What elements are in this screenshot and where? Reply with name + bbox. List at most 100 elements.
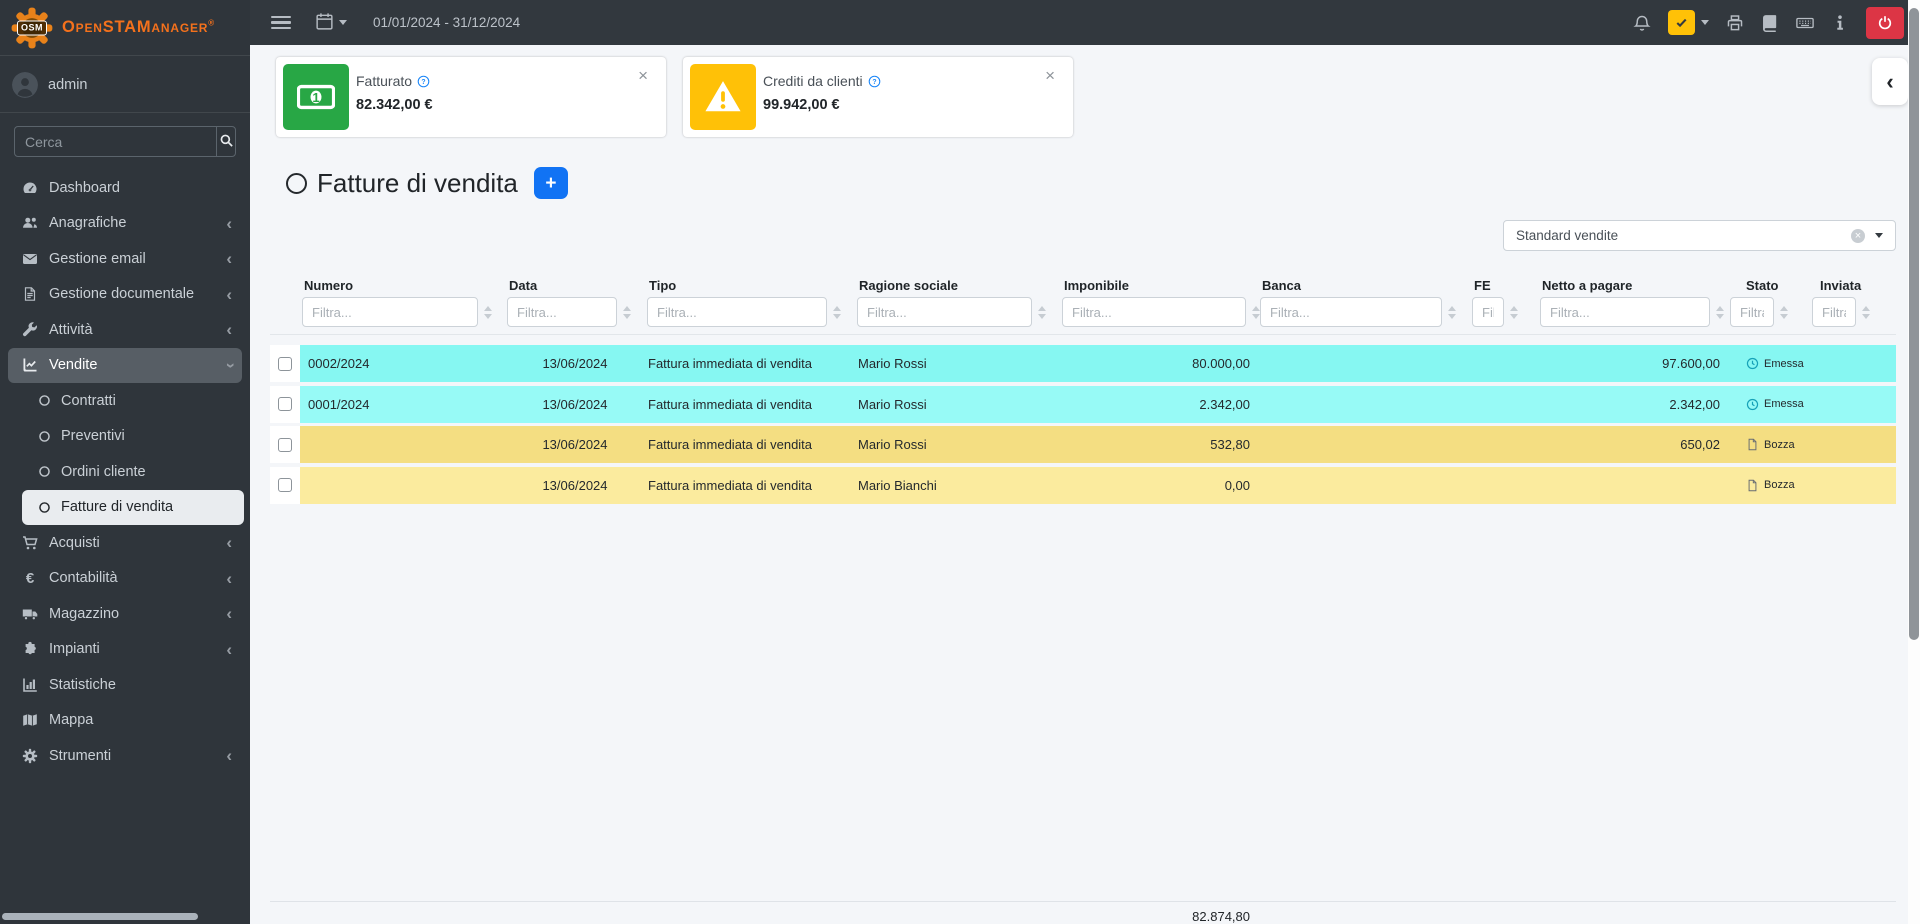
documentation-button[interactable]	[1761, 14, 1779, 32]
filter-input-banca[interactable]	[1260, 297, 1442, 327]
cell-numero	[300, 467, 505, 504]
table-row[interactable]: 0001/202413/06/2024Fattura immediata di …	[270, 386, 1896, 423]
sidebar-toggle-button[interactable]	[271, 16, 291, 30]
circle-icon	[38, 394, 51, 407]
search-icon	[219, 133, 234, 151]
cell-netto	[1538, 467, 1728, 504]
column-header-data: Data	[505, 278, 645, 334]
sidebar-item-vendite[interactable]: Vendite‹	[8, 348, 242, 384]
search-input[interactable]	[15, 127, 216, 156]
table-row[interactable]: 13/06/2024Fattura immediata di venditaMa…	[270, 426, 1896, 463]
printer-icon	[1726, 14, 1744, 32]
sort-control-netto[interactable]	[1716, 306, 1724, 319]
total-divider	[270, 901, 1896, 902]
sidebar-item-label: Statistiche	[49, 677, 116, 693]
sidebar-item-magazzino[interactable]: Magazzino‹	[8, 596, 242, 632]
sort-control-data[interactable]	[623, 306, 631, 319]
card-close-icon[interactable]: ×	[638, 67, 648, 84]
filter-input-netto[interactable]	[1540, 297, 1710, 327]
cell-ragione: Mario Bianchi	[855, 467, 1060, 504]
sort-control-ragione[interactable]	[1038, 306, 1046, 319]
sidebar-item-impianti[interactable]: Impianti‹	[8, 632, 242, 668]
filter-input-tipo[interactable]	[647, 297, 827, 327]
plugin-select[interactable]: Standard vendite ×	[1503, 220, 1896, 251]
question-circle-icon[interactable]: ?	[868, 75, 881, 88]
shortcuts-button[interactable]	[1796, 14, 1814, 32]
card-close-icon[interactable]: ×	[1045, 67, 1055, 84]
sidebar-subitem-preventivi[interactable]: Preventivi	[22, 419, 244, 455]
sort-control-numero[interactable]	[484, 306, 492, 319]
svg-text:?: ?	[421, 78, 425, 85]
search-button[interactable]	[216, 127, 235, 156]
logout-button[interactable]	[1866, 7, 1904, 39]
info-button[interactable]	[1831, 14, 1849, 32]
sidebar-item-strumenti[interactable]: Strumenti‹	[8, 738, 242, 774]
date-range[interactable]: 01/01/2024 - 31/12/2024	[373, 15, 520, 30]
filter-input-fe[interactable]	[1472, 297, 1504, 327]
period-picker-button[interactable]	[315, 12, 347, 34]
sidebar-item-anagrafiche[interactable]: Anagrafiche‹	[8, 206, 242, 242]
sidebar-item-mappa[interactable]: Mappa	[8, 703, 242, 739]
page-scrollbar-thumb[interactable]	[1909, 8, 1919, 640]
todo-button[interactable]	[1668, 10, 1695, 35]
sidebar-item-gestione-email[interactable]: Gestione email‹	[8, 241, 242, 277]
card-value: 99.942,00 €	[763, 97, 840, 113]
puzzle-icon	[20, 641, 40, 657]
sidebar-item-statistiche[interactable]: Statistiche	[8, 667, 242, 703]
sidebar-item-gestione-documentale[interactable]: Gestione documentale‹	[8, 277, 242, 313]
power-icon	[1877, 15, 1893, 31]
sidebar-item-label: Gestione documentale	[49, 286, 194, 302]
sort-control-inviata[interactable]	[1862, 306, 1870, 319]
chevron-left-icon: ‹	[226, 605, 232, 622]
print-button[interactable]	[1726, 14, 1744, 32]
table-row[interactable]: 13/06/2024Fattura immediata di venditaMa…	[270, 467, 1896, 504]
user-panel[interactable]: admin	[0, 56, 250, 113]
row-checkbox[interactable]	[278, 397, 292, 411]
sidebar-subitem-contratti[interactable]: Contratti	[22, 383, 244, 419]
status-badge: Emessa	[1764, 358, 1804, 370]
chart-line-icon	[20, 357, 40, 373]
collapse-panel-button[interactable]: ‹	[1872, 58, 1908, 105]
sidebar-item-dashboard[interactable]: Dashboard	[8, 170, 242, 206]
row-checkbox[interactable]	[278, 478, 292, 492]
filter-input-data[interactable]	[507, 297, 617, 327]
filter-input-ragione[interactable]	[857, 297, 1032, 327]
sidebar-subitem-label: Contratti	[61, 393, 116, 409]
sidebar-item-acquisti[interactable]: Acquisti‹	[8, 525, 242, 561]
caret-down-icon[interactable]	[1701, 20, 1709, 25]
sidebar-scrollbar[interactable]	[2, 913, 198, 920]
module-circle-icon	[286, 173, 307, 194]
brand[interactable]: OSM OpenSTAManager®	[0, 0, 250, 56]
sidebar-item-contabilit[interactable]: €Contabilità‹	[8, 561, 242, 597]
sidebar-item-attivit[interactable]: Attività‹	[8, 312, 242, 348]
clear-selection-icon[interactable]: ×	[1851, 229, 1865, 243]
sort-control-stato[interactable]	[1780, 306, 1788, 319]
column-header-numero: Numero	[300, 278, 505, 334]
filter-input-inviata[interactable]	[1812, 297, 1856, 327]
cell-numero: 0002/2024	[300, 345, 505, 382]
clock-icon	[1746, 357, 1759, 370]
row-checkbox-cell	[270, 386, 300, 423]
sort-control-tipo[interactable]	[833, 306, 841, 319]
cell-stato: Bozza	[1728, 467, 1810, 504]
page-scrollbar	[1908, 0, 1920, 924]
row-checkbox[interactable]	[278, 438, 292, 452]
sidebar-subitem-label: Fatture di vendita	[61, 499, 173, 515]
filter-input-stato[interactable]	[1730, 297, 1774, 327]
sidebar-subitem-fatture-di-vendita[interactable]: Fatture di vendita	[22, 490, 244, 526]
sort-control-fe[interactable]	[1510, 306, 1518, 319]
cell-ragione: Mario Rossi	[855, 386, 1060, 423]
sidebar-item-label: Acquisti	[49, 535, 100, 551]
notifications-button[interactable]	[1633, 14, 1651, 32]
filter-input-imponibile[interactable]	[1062, 297, 1246, 327]
question-circle-icon[interactable]: ?	[417, 75, 430, 88]
svg-text:?: ?	[872, 78, 876, 85]
cell-netto: 650,02	[1538, 426, 1728, 463]
sidebar-subitem-ordini-cliente[interactable]: Ordini cliente	[22, 454, 244, 490]
row-checkbox[interactable]	[278, 357, 292, 371]
filter-input-numero[interactable]	[302, 297, 478, 327]
sidebar-item-label: Attività	[49, 322, 93, 338]
sort-control-banca[interactable]	[1448, 306, 1456, 319]
table-row[interactable]: 0002/202413/06/2024Fattura immediata di …	[270, 345, 1896, 382]
add-invoice-button[interactable]: +	[534, 167, 568, 199]
